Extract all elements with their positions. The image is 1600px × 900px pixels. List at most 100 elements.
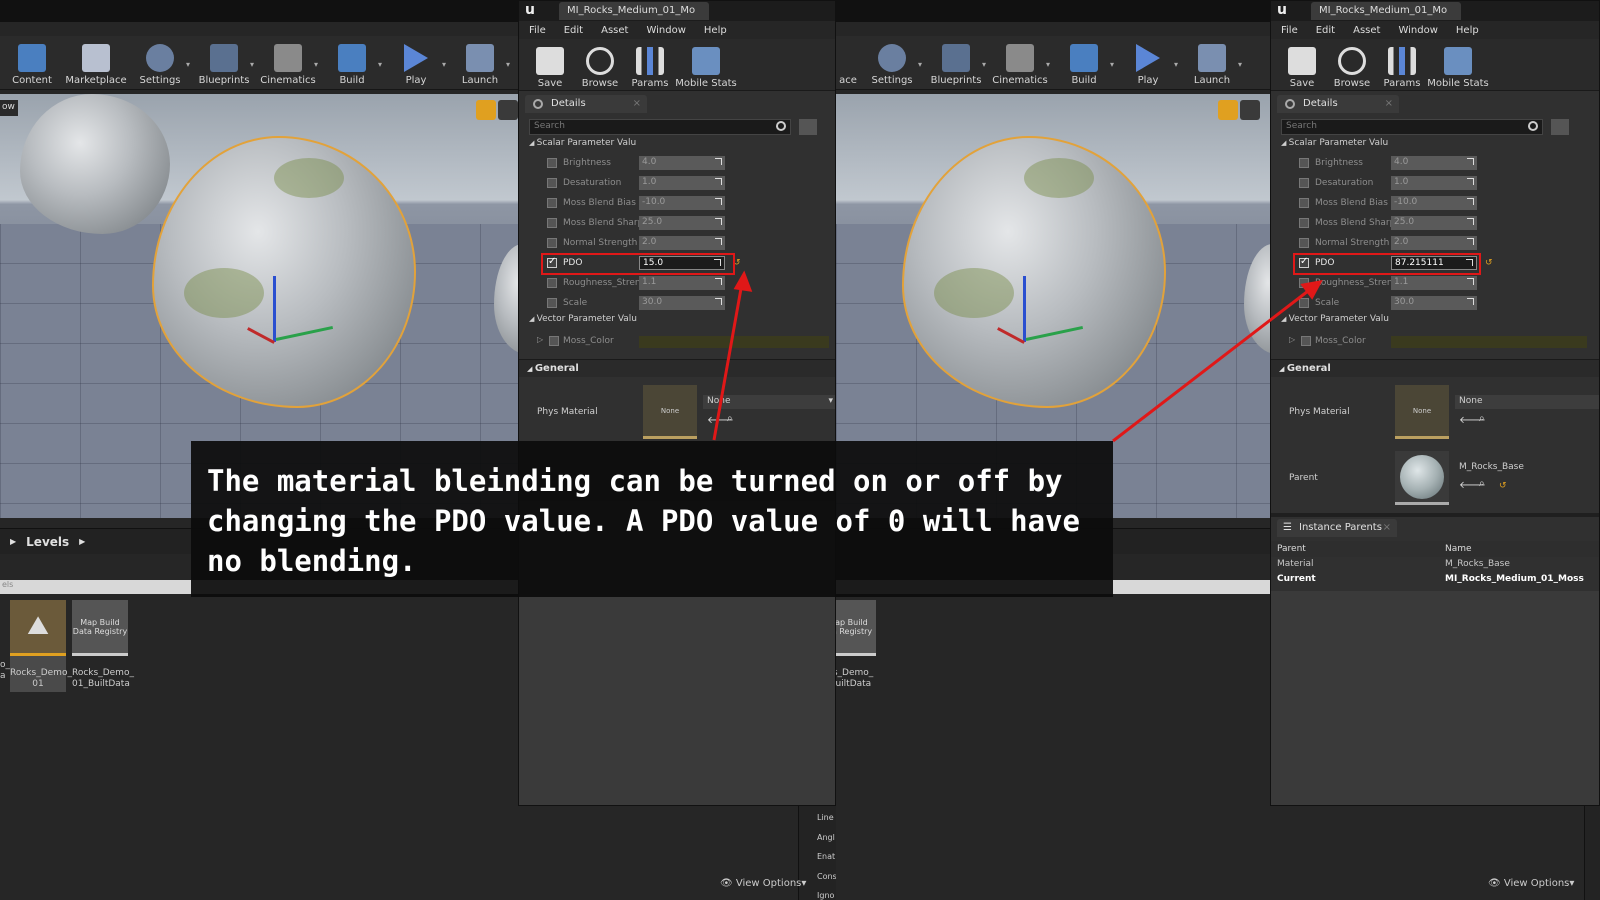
expand-arrow-icon[interactable]: ▶: [10, 537, 16, 546]
browse-magnifier-icon[interactable]: ⌕: [1479, 413, 1485, 424]
moss-color-swatch[interactable]: [1391, 336, 1587, 348]
table-row[interactable]: Current MI_Rocks_Medium_01_Moss: [1271, 574, 1599, 588]
chevron-down-icon[interactable]: ▾: [250, 60, 254, 69]
vector-section-header[interactable]: Vector Parameter Valu: [1281, 314, 1389, 324]
material-instance-window[interactable]: u MI_Rocks_Medium_01_Mo File Edit Asset …: [1270, 0, 1600, 806]
mobile-stats-button[interactable]: Mobile Stats: [675, 39, 737, 93]
details-tab[interactable]: Details ×: [525, 95, 647, 113]
mobile-stats-button[interactable]: Mobile Stats: [1427, 39, 1489, 93]
param-value-input[interactable]: 2.0: [639, 236, 725, 250]
param-value-input[interactable]: 25.0: [639, 216, 725, 230]
chevron-down-icon[interactable]: ▾: [1110, 60, 1114, 69]
build-button[interactable]: Build ▾: [1052, 36, 1116, 90]
param-value-input[interactable]: 25.0: [1391, 216, 1477, 230]
view-options-button[interactable]: 👁 View Options▾: [720, 878, 806, 889]
chevron-down-icon[interactable]: ▾: [314, 60, 318, 69]
close-icon[interactable]: ×: [1385, 98, 1393, 109]
rotate-mode-icon[interactable]: [498, 100, 518, 120]
view-options-button[interactable]: 👁 View Options▾: [1488, 878, 1574, 889]
table-row[interactable]: Material M_Rocks_Base: [1271, 559, 1599, 573]
asset-tab[interactable]: MI_Rocks_Medium_01_Mo: [559, 2, 709, 20]
spin-icon[interactable]: [715, 218, 722, 225]
play-button[interactable]: Play ▾: [1116, 36, 1180, 90]
phys-material-thumb[interactable]: None: [1395, 385, 1449, 439]
param-checkbox[interactable]: [547, 238, 557, 248]
save-button[interactable]: Save: [1277, 39, 1327, 93]
param-checkbox[interactable]: [1299, 178, 1309, 188]
param-value-input[interactable]: 1.0: [639, 176, 725, 190]
param-value-input[interactable]: 1.1: [639, 276, 725, 290]
browse-button[interactable]: Browse: [1327, 39, 1377, 93]
settings-button[interactable]: Settings ▾: [128, 36, 192, 90]
menu-file[interactable]: File: [529, 25, 546, 36]
panel-splitter[interactable]: [1271, 513, 1599, 517]
param-value-input[interactable]: 30.0: [1391, 296, 1477, 310]
details-search-input[interactable]: Search: [529, 119, 791, 135]
chevron-down-icon[interactable]: ▾: [1046, 60, 1050, 69]
chevron-right-icon[interactable]: ▶: [79, 537, 85, 546]
settings-button[interactable]: Settings ▾: [860, 36, 924, 90]
menu-edit[interactable]: Edit: [1316, 25, 1335, 36]
chevron-down-icon[interactable]: ▾: [506, 60, 510, 69]
menu-asset[interactable]: Asset: [601, 25, 628, 36]
chevron-down-icon[interactable]: ▾: [378, 60, 382, 69]
spin-icon[interactable]: [1467, 218, 1474, 225]
param-checkbox[interactable]: [1299, 238, 1309, 248]
spin-icon[interactable]: [1467, 238, 1474, 245]
transform-mode-icon[interactable]: [476, 100, 496, 120]
param-checkbox[interactable]: [1299, 298, 1309, 308]
spin-icon[interactable]: [715, 178, 722, 185]
phys-material-combo[interactable]: None: [1455, 395, 1599, 409]
param-value-input[interactable]: -10.0: [639, 196, 725, 210]
viewport-label[interactable]: ow: [0, 100, 18, 116]
window-title-bar[interactable]: u MI_Rocks_Medium_01_Mo: [1271, 1, 1599, 21]
menu-window[interactable]: Window: [1398, 25, 1437, 36]
scalar-section-header[interactable]: Scalar Parameter Valu: [1281, 138, 1389, 148]
param-checkbox[interactable]: [1299, 198, 1309, 208]
param-checkbox[interactable]: [547, 158, 557, 168]
chevron-down-icon[interactable]: ▾: [1174, 60, 1178, 69]
spin-icon[interactable]: [1467, 178, 1474, 185]
gizmo-up-axis[interactable]: [1023, 276, 1026, 342]
content-button[interactable]: Content: [0, 36, 64, 90]
param-checkbox[interactable]: [547, 178, 557, 188]
params-button[interactable]: Params: [1377, 39, 1427, 93]
selected-rock[interactable]: [902, 136, 1166, 408]
spin-icon[interactable]: [715, 278, 722, 285]
view-options-grid-icon[interactable]: [1551, 119, 1569, 135]
window-title-bar[interactable]: u MI_Rocks_Medium_01_Mo: [519, 1, 835, 21]
param-value-input[interactable]: 4.0: [639, 156, 725, 170]
general-section-header[interactable]: General: [519, 359, 835, 377]
expand-arrow-icon[interactable]: ▷: [1289, 335, 1295, 344]
param-value-input[interactable]: 1.1: [1391, 276, 1477, 290]
param-checkbox[interactable]: [547, 278, 557, 288]
play-button[interactable]: Play ▾: [384, 36, 448, 90]
param-checkbox[interactable]: [1299, 278, 1309, 288]
build-button[interactable]: Build ▾: [320, 36, 384, 90]
browse-button[interactable]: Browse: [575, 39, 625, 93]
reset-to-default-icon[interactable]: ↺: [1485, 258, 1493, 268]
menu-help[interactable]: Help: [1456, 25, 1479, 36]
param-value-input[interactable]: 1.0: [1391, 176, 1477, 190]
chevron-down-icon[interactable]: ▾: [918, 60, 922, 69]
moss-color-swatch[interactable]: [639, 336, 829, 348]
param-checkbox[interactable]: [547, 298, 557, 308]
asset-tile-level[interactable]: ⛰ Rocks_Demo_ 01: [10, 600, 72, 692]
material-instance-window[interactable]: u MI_Rocks_Medium_01_Mo File Edit Asset …: [518, 0, 836, 806]
menu-file[interactable]: File: [1281, 25, 1298, 36]
chevron-down-icon[interactable]: ▾: [442, 60, 446, 69]
browse-magnifier-icon[interactable]: ⌕: [1479, 478, 1485, 489]
reset-to-default-icon[interactable]: ↺: [1499, 481, 1507, 491]
rotate-mode-icon[interactable]: [1240, 100, 1260, 120]
cinematics-button[interactable]: Cinematics ▾: [988, 36, 1052, 90]
param-checkbox[interactable]: [1299, 158, 1309, 168]
blueprints-button[interactable]: Blueprints ▾: [924, 36, 988, 90]
menu-window[interactable]: Window: [646, 25, 685, 36]
asset-tile-builtdata[interactable]: Map Build Data Registry Rocks_Demo_ 01_B…: [72, 600, 134, 692]
close-icon[interactable]: ×: [633, 98, 641, 109]
parent-combo[interactable]: M_Rocks_Base: [1455, 461, 1599, 475]
param-value-input[interactable]: -10.0: [1391, 196, 1477, 210]
spin-icon[interactable]: [1467, 278, 1474, 285]
param-checkbox[interactable]: [547, 218, 557, 228]
param-checkbox[interactable]: [549, 336, 559, 346]
